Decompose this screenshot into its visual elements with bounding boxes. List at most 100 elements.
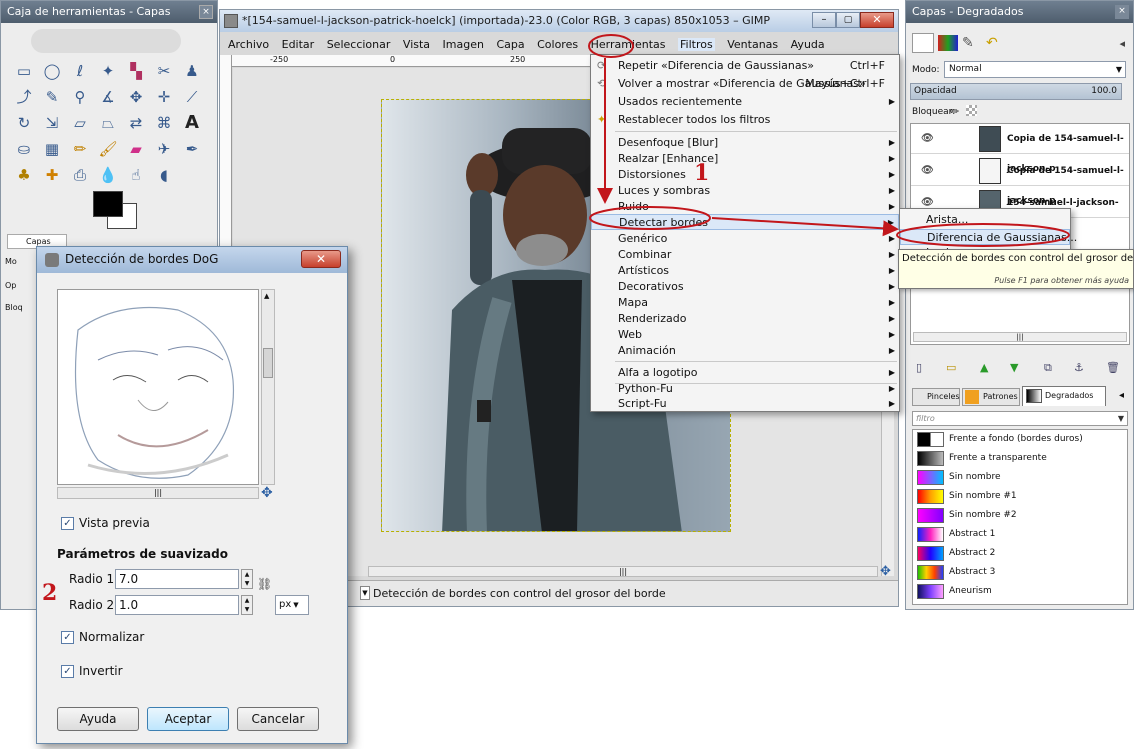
invert-checkbox[interactable]: ✓	[61, 665, 74, 678]
blur-icon[interactable]: 💧	[95, 163, 121, 187]
gradient-filter-input[interactable]: filtro ▼	[912, 411, 1128, 426]
pencil-icon[interactable]: ✏	[67, 137, 93, 161]
menu-item-artistic[interactable]: Artísticos ▶	[591, 263, 899, 279]
gradient-item[interactable]: Sin nombre #2	[913, 506, 1127, 525]
menu-item-light-shadow[interactable]: Luces y sombras ▶	[591, 183, 899, 199]
preview-checkbox[interactable]: ✓	[61, 517, 74, 530]
menu-ventanas[interactable]: Ventanas	[727, 38, 778, 51]
dog-preview[interactable]	[57, 289, 259, 485]
dock-menu-icon[interactable]: ◂	[1119, 37, 1125, 50]
flip-icon[interactable]: ⇄	[123, 111, 149, 135]
lower-layer-icon[interactable]: ▼	[1010, 361, 1018, 374]
eraser-icon[interactable]: ▰	[123, 137, 149, 161]
scissors-icon[interactable]: ✂	[151, 59, 177, 83]
ok-button[interactable]: Aceptar	[147, 707, 229, 731]
menu-imagen[interactable]: Imagen	[443, 38, 484, 51]
navigate-icon[interactable]: ✥	[880, 564, 891, 579]
layer-list-scrollbar[interactable]: |||	[913, 332, 1127, 342]
foreground-color-swatch-top[interactable]	[93, 191, 123, 217]
channels-tab-icon[interactable]	[938, 35, 958, 51]
gradient-item[interactable]: Sin nombre	[913, 468, 1127, 487]
menu-filtros[interactable]: Filtros	[678, 38, 715, 51]
color-picker-icon[interactable]: ✎	[39, 85, 65, 109]
maximize-button[interactable]: ▢	[836, 12, 860, 28]
menu-herramientas[interactable]: Herramientas	[591, 38, 666, 51]
lock-alpha-icon[interactable]	[966, 105, 977, 116]
menu-item-distorts[interactable]: Distorsiones ▶	[591, 167, 899, 183]
shear-icon[interactable]: ▱	[67, 111, 93, 135]
menu-item-generic[interactable]: Genérico ▶	[591, 231, 899, 247]
mode-select[interactable]: Normal ▼	[944, 61, 1126, 78]
minimize-button[interactable]: –	[812, 12, 836, 28]
rect-select-icon[interactable]: ▭	[11, 59, 37, 83]
menu-archivo[interactable]: Archivo	[228, 38, 269, 51]
status-dropdown[interactable]: ▼	[360, 586, 370, 600]
cancel-button[interactable]: Cancelar	[237, 707, 319, 731]
duplicate-layer-icon[interactable]: ⧉	[1044, 361, 1052, 375]
gradient-item[interactable]: Abstract 2	[913, 544, 1127, 563]
paths-tab-icon[interactable]: ✎	[962, 35, 982, 51]
gradient-item[interactable]: Aneurism	[913, 582, 1127, 601]
menu-item-script-fu[interactable]: Script-Fu ▶	[591, 396, 899, 412]
horizontal-scrollbar[interactable]: |||	[368, 566, 878, 577]
menu-item-python-fu[interactable]: Python-Fu ▶	[591, 381, 899, 397]
lock-pixels-icon[interactable]: ✏	[950, 105, 959, 118]
raise-layer-icon[interactable]: ▲	[980, 361, 988, 374]
scroll-thumb[interactable]	[263, 348, 273, 378]
menu-item-edge-detect[interactable]: Detectar bordes ▶	[591, 214, 899, 230]
ellipse-select-icon[interactable]: ◯	[39, 59, 65, 83]
paths-icon[interactable]: ⤴	[11, 85, 37, 109]
preview-vertical-scrollbar[interactable]: ▲	[261, 289, 275, 485]
menu-item-alpha-logo[interactable]: Alfa a logotipo ▶	[591, 365, 899, 381]
heal-icon[interactable]: ✚	[39, 163, 65, 187]
menu-seleccionar[interactable]: Seleccionar	[327, 38, 391, 51]
dock-close-button[interactable]: ×	[1115, 5, 1129, 19]
eye-icon[interactable]: 👁	[921, 124, 934, 154]
menu-item-noise[interactable]: Ruido ▶	[591, 199, 899, 215]
new-layer-icon[interactable]: ▯	[916, 361, 922, 374]
clone-icon[interactable]: ♣	[11, 163, 37, 187]
menu-item-animation[interactable]: Animación ▶	[591, 343, 899, 359]
menu-item-reset[interactable]: ✦ Restablecer todos los filtros	[591, 112, 899, 128]
menu-item-reshow[interactable]: ⟲ Volver a mostrar «Diferencia de Gaussia…	[591, 76, 899, 92]
tab-pinceles[interactable]: Pinceles	[912, 388, 960, 406]
opacity-slider[interactable]: Opacidad 100.0	[910, 83, 1122, 100]
gradient-item[interactable]: Frente a fondo (bordes duros)	[913, 430, 1127, 449]
airbrush-icon[interactable]: ✈	[151, 137, 177, 161]
undo-tab-icon[interactable]: ↶	[986, 35, 1006, 51]
menu-vista[interactable]: Vista	[403, 38, 430, 51]
perspective-icon[interactable]: ⏢	[95, 111, 121, 135]
normalize-checkbox[interactable]: ✓	[61, 631, 74, 644]
fuzzy-select-icon[interactable]: ✦	[95, 59, 121, 83]
menu-ayuda[interactable]: Ayuda	[791, 38, 825, 51]
tabs-menu-icon[interactable]: ◂	[1119, 390, 1124, 401]
foreground-select-icon[interactable]: ♟	[179, 59, 205, 83]
menu-item-render[interactable]: Renderizado ▶	[591, 311, 899, 327]
layer-group-icon[interactable]: ▭	[946, 361, 956, 374]
menu-item-web[interactable]: Web ▶	[591, 327, 899, 343]
paintbrush-icon[interactable]: 🖌	[95, 137, 121, 161]
menu-item-repeat[interactable]: ⟳ Repetir «Diferencia de Gaussianas» Ctrl+…	[591, 58, 899, 74]
align-icon[interactable]: ✛	[151, 85, 177, 109]
help-button[interactable]: Ayuda	[57, 707, 139, 731]
layers-tab-icon[interactable]	[912, 33, 934, 53]
unit-select[interactable]: px ▼	[275, 595, 309, 615]
menu-item-map[interactable]: Mapa ▶	[591, 295, 899, 311]
tab-degradados[interactable]: Degradados	[1022, 386, 1106, 406]
preview-horizontal-scrollbar[interactable]: |||	[57, 487, 259, 499]
anchor-icon[interactable]: ⚓	[1074, 361, 1084, 374]
ink-icon[interactable]: ✒	[179, 137, 205, 161]
scroll-up-icon[interactable]: ▲	[264, 292, 269, 300]
gradient-item[interactable]: Sin nombre #1	[913, 487, 1127, 506]
gradient-item[interactable]: Frente a transparente	[913, 449, 1127, 468]
menu-item-combine[interactable]: Combinar ▶	[591, 247, 899, 263]
layer-row[interactable]: 👁 Copia de 154-samuel-l-jackson-p	[911, 124, 1129, 174]
perspective-clone-icon[interactable]: ⎙	[67, 163, 93, 187]
color-select-icon[interactable]: ▚	[123, 59, 149, 83]
dodge-icon[interactable]: ◖	[151, 163, 177, 187]
zoom-icon[interactable]: ⚲	[67, 85, 93, 109]
measure-icon[interactable]: ∡	[95, 85, 121, 109]
bucket-fill-icon[interactable]: ⛀	[11, 137, 37, 161]
crop-icon[interactable]: ⟋	[179, 85, 205, 109]
menu-item-decor[interactable]: Decorativos ▶	[591, 279, 899, 295]
